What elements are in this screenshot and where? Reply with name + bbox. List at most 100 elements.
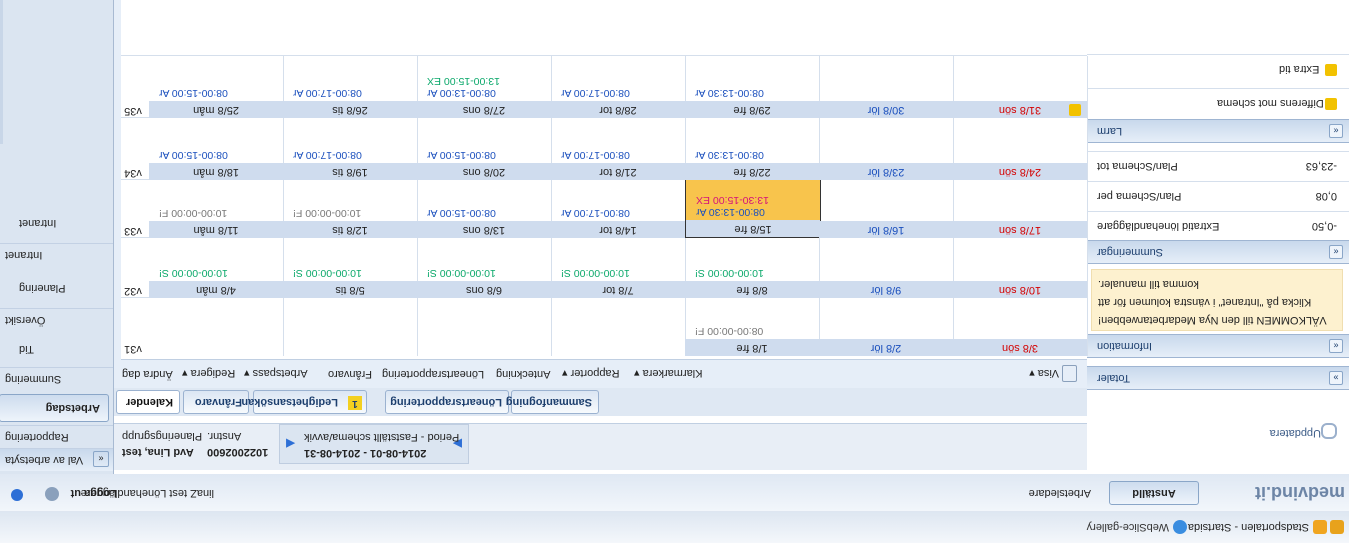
nav-arbetsdag[interactable]: Arbetsdag	[0, 394, 109, 422]
calendar-scrollbar[interactable]	[114, 0, 121, 360]
calendar-day[interactable]: 8/8 fre 10:00-00:00 S!	[685, 238, 820, 298]
favorite-link-portal[interactable]: Stadsportalen - Startsida	[1188, 521, 1309, 533]
calendar-day[interactable]: 18/8 mån 08:00-15:00 Ar	[149, 118, 284, 180]
calendar-day[interactable]: 5/8 tis 10:00-00:00 S!	[283, 238, 418, 298]
collapse-icon[interactable]: «	[1329, 339, 1343, 353]
shift-entry[interactable]: 10:00-00:00 S!	[159, 267, 228, 279]
calendar-day[interactable]	[551, 298, 686, 356]
calendar-day[interactable]: 14/8 tor 08:00-17:00 Ar	[551, 180, 686, 238]
calendar-day[interactable]: 17/8 sön	[953, 180, 1088, 238]
nav-oversikt[interactable]: Översikt	[0, 308, 113, 331]
shift-entry[interactable]: 08:00-17:00 Ar	[293, 149, 362, 161]
calendar-day[interactable]: 7/8 tor 10:00-00:00 S!	[551, 238, 686, 298]
calendar-day[interactable]: 28/8 tor 08:00-17:00 Ar	[551, 56, 686, 118]
calendar-day[interactable]: 13/8 ons 08:00-15:00 Ar	[417, 180, 552, 238]
calendar-day[interactable]: 6/8 ons 10:00-00:00 S!	[417, 238, 552, 298]
shift-entry[interactable]: 10:00-00:00 F!	[159, 207, 227, 219]
shift-entry[interactable]: 08:00-00:00 F!	[695, 325, 763, 337]
shift-entry[interactable]: 10:00-00:00 F!	[293, 207, 361, 219]
totals-header[interactable]: » Totaler	[1087, 366, 1349, 390]
calendar-day[interactable]: 26/8 tis 08:00-17:00 Ar	[283, 56, 418, 118]
collapse-icon[interactable]: «	[1329, 245, 1343, 259]
calendar-day[interactable]: 15/8 fre 08:00-13:30 Ar 13:30-15:00 EX	[685, 178, 821, 238]
toolbar-wage-report[interactable]: Löneartsrapportering	[382, 368, 484, 380]
toolbar-mark-ready[interactable]: Klarmarkera ▾	[634, 367, 702, 380]
calendar-day[interactable]: 30/8 lör	[819, 56, 954, 118]
prev-period-icon[interactable]: ◀	[286, 437, 295, 451]
calendar-day[interactable]: 24/8 sön	[953, 118, 1088, 180]
nav-rapportering[interactable]: Rapportering	[0, 425, 113, 448]
calendar-day[interactable]: 22/8 fre 08:00-13:30 Ar	[685, 118, 820, 180]
collapse-icon[interactable]: «	[93, 451, 109, 467]
summeringar-header[interactable]: « Summeringar	[1087, 240, 1349, 264]
calendar-day[interactable]: 29/8 fre 08:00-13:30 Ar	[685, 56, 820, 118]
extra-entry[interactable]: 13:30-15:00 EX	[696, 194, 769, 206]
extra-entry[interactable]: 13:00-15:00 EX	[427, 75, 500, 87]
larm-header[interactable]: « Larm	[1087, 119, 1349, 143]
shift-entry[interactable]: 08:00-13:00 Ar	[427, 87, 496, 99]
shift-entry[interactable]: 08:00-15:00 Ar	[159, 149, 228, 161]
tab-ledighetsansokan[interactable]: 1 Ledighetsansökan	[241, 390, 367, 414]
refresh-button[interactable]: Uppdatera	[1270, 427, 1321, 439]
information-header[interactable]: « Information	[1087, 334, 1349, 358]
collapse-icon[interactable]: «	[1329, 124, 1343, 138]
toolbar-absence[interactable]: Frånvaro	[328, 368, 372, 380]
larm-row[interactable]: Differens mot schema	[1087, 88, 1349, 117]
calendar-day[interactable]: 4/8 mån 10:00-00:00 S!	[149, 238, 284, 298]
calendar-day[interactable]: 31/8 sön	[953, 56, 1088, 118]
calendar-day[interactable]: 3/8 sön	[953, 298, 1088, 356]
calendar-day[interactable]: 16/8 lör	[819, 180, 954, 238]
print-icon[interactable]	[1062, 365, 1077, 382]
calendar-day[interactable]: 11/8 mån 10:00-00:00 F!	[149, 180, 284, 238]
calendar-day[interactable]: 25/8 mån 08:00-15:00 Ar	[149, 56, 284, 118]
tab-anstalld[interactable]: Anställd	[1109, 481, 1199, 505]
calendar-day[interactable]: 21/8 tor 08:00-17:00 Ar	[551, 118, 686, 180]
shift-entry[interactable]: 08:00-15:00 Ar	[427, 149, 496, 161]
shift-entry[interactable]: 08:00-13:30 Ar	[695, 149, 764, 161]
larm-row[interactable]: Extra tid	[1087, 54, 1349, 83]
shift-entry[interactable]: 08:00-17:00 Ar	[561, 207, 630, 219]
shift-entry[interactable]: 08:00-15:00 Ar	[159, 87, 228, 99]
shift-entry[interactable]: 08:00-17:00 Ar	[561, 87, 630, 99]
shift-entry[interactable]: 10:00-00:00 S!	[293, 267, 362, 279]
calendar-day[interactable]: 12/8 tis 10:00-00:00 F!	[283, 180, 418, 238]
nav-planering[interactable]: Planering	[0, 277, 113, 299]
shift-entry[interactable]: 08:00-13:30 Ar	[696, 206, 765, 218]
shift-entry[interactable]: 10:00-00:00 S!	[427, 267, 496, 279]
expand-icon[interactable]: »	[1329, 371, 1343, 385]
tab-sammanfogning[interactable]: Sammanfogning	[506, 390, 599, 414]
tab-kalender[interactable]: Kalender	[116, 390, 180, 414]
logout-link[interactable]: Logga ut	[71, 487, 117, 499]
calendar-day[interactable]	[149, 298, 284, 356]
help-icon[interactable]	[11, 489, 23, 501]
shift-entry[interactable]: 08:00-17:00 Ar	[561, 149, 630, 161]
calendar-day[interactable]: 19/8 tis 08:00-17:00 Ar	[283, 118, 418, 180]
settings-gear-icon[interactable]	[45, 487, 59, 501]
toolbar-reports-menu[interactable]: Rapporter ▾	[562, 367, 620, 380]
nav-summering[interactable]: Summering	[0, 367, 113, 390]
calendar-day[interactable]: 23/8 lör	[819, 118, 954, 180]
shift-entry[interactable]: 10:00-00:00 S!	[561, 267, 630, 279]
calendar-day[interactable]: 9/8 lör	[819, 238, 954, 298]
tab-loneartsrapportering[interactable]: Löneartsrapportering	[385, 390, 509, 414]
nav-intranet-group[interactable]: Intranet	[0, 243, 113, 266]
sidebar-splitter[interactable]	[0, 0, 3, 144]
webslice-gallery-link[interactable]: WebSlice-gallery	[1087, 521, 1169, 533]
calendar-day[interactable]: 27/8 ons 08:00-13:00 Ar 13:00-15:00 EX	[417, 56, 552, 118]
toolbar-view-menu[interactable]: Visa ▾	[1029, 367, 1059, 380]
favorites-star-icon[interactable]	[1330, 520, 1344, 534]
calendar-day[interactable]	[283, 298, 418, 356]
nav-tid[interactable]: Tid	[0, 338, 113, 360]
toolbar-edit-menu[interactable]: Redigera ▾	[182, 367, 235, 380]
toolbar-note[interactable]: Anteckning	[496, 368, 550, 380]
calendar-day[interactable]: 20/8 ons 08:00-15:00 Ar	[417, 118, 552, 180]
toolbar-shift-menu[interactable]: Arbetspass ▾	[244, 367, 308, 380]
shift-entry[interactable]: 08:00-17:00 Ar	[293, 87, 362, 99]
shift-entry[interactable]: 08:00-13:30 Ar	[695, 87, 764, 99]
shift-entry[interactable]: 08:00-15:00 Ar	[427, 207, 496, 219]
refresh-icon[interactable]	[1321, 423, 1337, 439]
tab-franvaro[interactable]: Frånvaro	[183, 390, 249, 414]
tab-arbetsledare[interactable]: Arbetsledare	[1029, 487, 1091, 499]
calendar-day[interactable]	[417, 298, 552, 356]
calendar-day[interactable]: 2/8 lör	[819, 298, 954, 356]
